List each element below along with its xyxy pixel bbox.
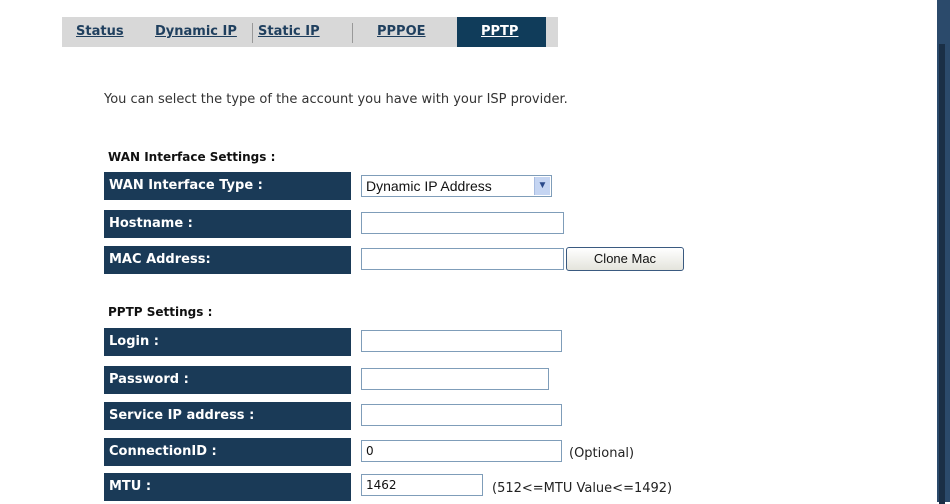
clone-mac-button[interactable]: Clone Mac bbox=[566, 247, 684, 271]
connection-id-input[interactable] bbox=[361, 440, 562, 462]
pptp-settings-title: PPTP Settings : bbox=[108, 305, 213, 319]
wan-type-label: WAN Interface Type : bbox=[104, 172, 351, 200]
tab-separator bbox=[252, 23, 253, 43]
tab-dynamic-ip[interactable]: Dynamic IP bbox=[155, 17, 237, 47]
service-ip-label: Service IP address : bbox=[104, 402, 351, 430]
mtu-label: MTU : bbox=[104, 473, 351, 501]
mac-address-input[interactable] bbox=[361, 248, 564, 270]
chevron-down-icon[interactable]: ▼ bbox=[534, 177, 550, 195]
hostname-label: Hostname : bbox=[104, 210, 351, 238]
wan-settings-title: WAN Interface Settings : bbox=[108, 150, 276, 164]
intro-text: You can select the type of the account y… bbox=[104, 92, 568, 107]
tab-pptp[interactable]: PPTP bbox=[457, 17, 547, 47]
wan-type-select[interactable]: Dynamic IP Address ▼ bbox=[361, 175, 552, 197]
tab-status[interactable]: Status bbox=[76, 17, 124, 47]
tab-static-ip[interactable]: Static IP bbox=[258, 17, 320, 47]
scrollbar-track[interactable] bbox=[939, 44, 945, 504]
wan-type-value: Dynamic IP Address bbox=[366, 178, 492, 194]
password-label: Password : bbox=[104, 366, 351, 394]
password-input[interactable] bbox=[361, 368, 549, 390]
connection-id-label: ConnectionID : bbox=[104, 438, 351, 466]
hostname-input[interactable] bbox=[361, 212, 564, 234]
login-label: Login : bbox=[104, 328, 351, 356]
tab-separator bbox=[352, 23, 353, 43]
mac-address-label: MAC Address: bbox=[104, 246, 351, 274]
service-ip-input[interactable] bbox=[361, 404, 562, 426]
mtu-input[interactable] bbox=[361, 474, 483, 496]
tab-bar: Status Dynamic IP Static IP PPPOE PPTP bbox=[62, 17, 558, 47]
window-edge bbox=[937, 0, 950, 504]
tab-pppoe[interactable]: PPPOE bbox=[377, 17, 426, 47]
login-input[interactable] bbox=[361, 330, 562, 352]
connection-id-hint: (Optional) bbox=[569, 446, 635, 461]
mtu-hint: (512<=MTU Value<=1492) bbox=[492, 481, 673, 496]
